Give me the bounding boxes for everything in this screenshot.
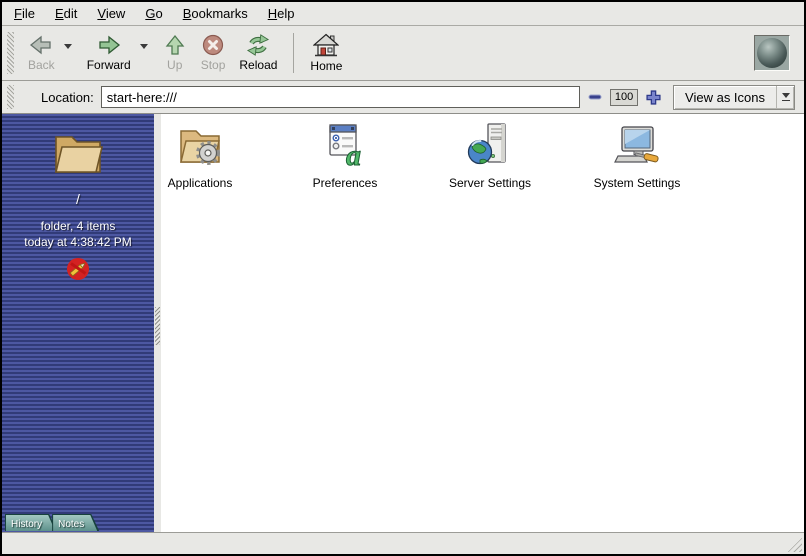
back-dropdown-chevron[interactable]	[62, 42, 74, 51]
menu-help-label: elp	[277, 6, 294, 21]
back-label: Back	[28, 58, 55, 72]
menu-edit-label: dit	[64, 6, 78, 21]
home-label: Home	[310, 59, 342, 73]
home-button[interactable]: Home	[303, 30, 349, 76]
locationbar-drag-handle[interactable]	[7, 85, 14, 109]
tab-history-label: History	[5, 516, 57, 530]
sidebar-tabs: History Notes	[5, 514, 94, 531]
menu-go[interactable]: Go	[135, 3, 172, 24]
home-icon	[313, 33, 339, 57]
menubar: File Edit View Go Bookmarks Help	[2, 2, 804, 26]
menu-go-mnemonic: G	[145, 6, 155, 21]
system-monitor-screwdriver-icon	[613, 122, 661, 173]
tab-notes-label: Notes	[52, 516, 99, 530]
menu-help[interactable]: Help	[258, 3, 305, 24]
menu-view-mnemonic: V	[97, 6, 105, 21]
sidebar-modified-date: today at 4:38:42 PM	[24, 234, 131, 250]
reload-button[interactable]: Reload	[232, 31, 284, 75]
resize-grip[interactable]	[787, 537, 802, 552]
svg-text:a: a	[346, 139, 361, 168]
preferences-capplet-icon: a	[322, 122, 368, 173]
throbber-orb-icon	[757, 38, 787, 68]
sidebar-item-count: folder, 4 items	[24, 218, 131, 234]
icon-preferences[interactable]: a Preferences	[275, 122, 415, 190]
stop-icon	[201, 34, 225, 56]
view-mode-label: View as Icons	[674, 90, 776, 105]
status-bar	[2, 532, 804, 554]
location-label: Location:	[41, 90, 94, 105]
zoom-out-button[interactable]	[587, 92, 603, 102]
menu-file[interactable]: File	[4, 3, 45, 24]
zoom-in-plus-icon	[646, 90, 661, 105]
menu-edit[interactable]: Edit	[45, 3, 87, 24]
view-mode-arrow	[776, 86, 794, 109]
content-area: / folder, 4 items today at 4:38:42 PM	[2, 114, 804, 532]
no-write-emblem-icon	[66, 257, 90, 286]
up-arrow-icon	[163, 34, 187, 56]
icon-system-settings[interactable]: System Settings	[567, 122, 707, 190]
view-mode-dropdown[interactable]: View as Icons	[673, 85, 795, 110]
zoom-in-button[interactable]	[645, 89, 662, 106]
menu-view[interactable]: View	[87, 3, 135, 24]
reload-icon	[245, 34, 271, 56]
zoom-level-indicator[interactable]: 100	[610, 89, 638, 106]
icon-applications[interactable]: Applications	[130, 122, 270, 190]
menu-edit-mnemonic: E	[55, 6, 64, 21]
chevron-down-icon	[782, 93, 790, 98]
icon-view: Applications a Prefer	[161, 114, 804, 532]
open-folder-icon	[51, 129, 105, 180]
menu-file-mnemonic: F	[14, 6, 22, 21]
forward-label: Forward	[87, 58, 131, 72]
menu-bookmarks-label: ookmarks	[191, 6, 247, 21]
location-bar: Location: 100 View as Icons	[2, 81, 804, 114]
back-button[interactable]: Back	[21, 31, 62, 75]
tab-notes[interactable]: Notes	[52, 514, 99, 531]
menu-file-label: ile	[22, 6, 35, 21]
icon-label: System Settings	[594, 176, 681, 190]
menu-bookmarks[interactable]: Bookmarks	[173, 3, 258, 24]
tab-history[interactable]: History	[5, 514, 57, 531]
toolbar-separator	[293, 33, 294, 73]
stop-button[interactable]: Stop	[194, 31, 233, 75]
applications-folder-gear-icon	[177, 122, 223, 173]
zoom-out-minus-icon	[588, 93, 602, 101]
back-arrow-icon	[29, 34, 53, 56]
forward-dropdown-chevron[interactable]	[138, 42, 150, 51]
toolbar-drag-handle[interactable]	[7, 32, 14, 74]
menu-go-label: o	[155, 6, 162, 21]
icon-label: Server Settings	[449, 176, 531, 190]
sidebar-location-title: /	[76, 191, 80, 207]
reload-label: Reload	[239, 58, 277, 72]
menu-help-mnemonic: H	[268, 6, 277, 21]
forward-arrow-icon	[97, 34, 121, 56]
icon-server-settings[interactable]: Server Settings	[420, 122, 560, 190]
up-button[interactable]: Up	[156, 31, 194, 75]
toolbar: Back Forward Up Stop	[2, 26, 804, 81]
file-manager-window: File Edit View Go Bookmarks Help Back Fo…	[0, 0, 806, 556]
stop-label: Stop	[201, 58, 226, 72]
up-label: Up	[167, 58, 182, 72]
icon-label: Preferences	[313, 176, 378, 190]
throbber	[754, 35, 790, 71]
menu-view-label: iew	[106, 6, 126, 21]
icon-label: Applications	[168, 176, 233, 190]
server-globe-tower-icon	[467, 122, 513, 173]
forward-button[interactable]: Forward	[80, 31, 138, 75]
location-input[interactable]	[101, 86, 580, 108]
